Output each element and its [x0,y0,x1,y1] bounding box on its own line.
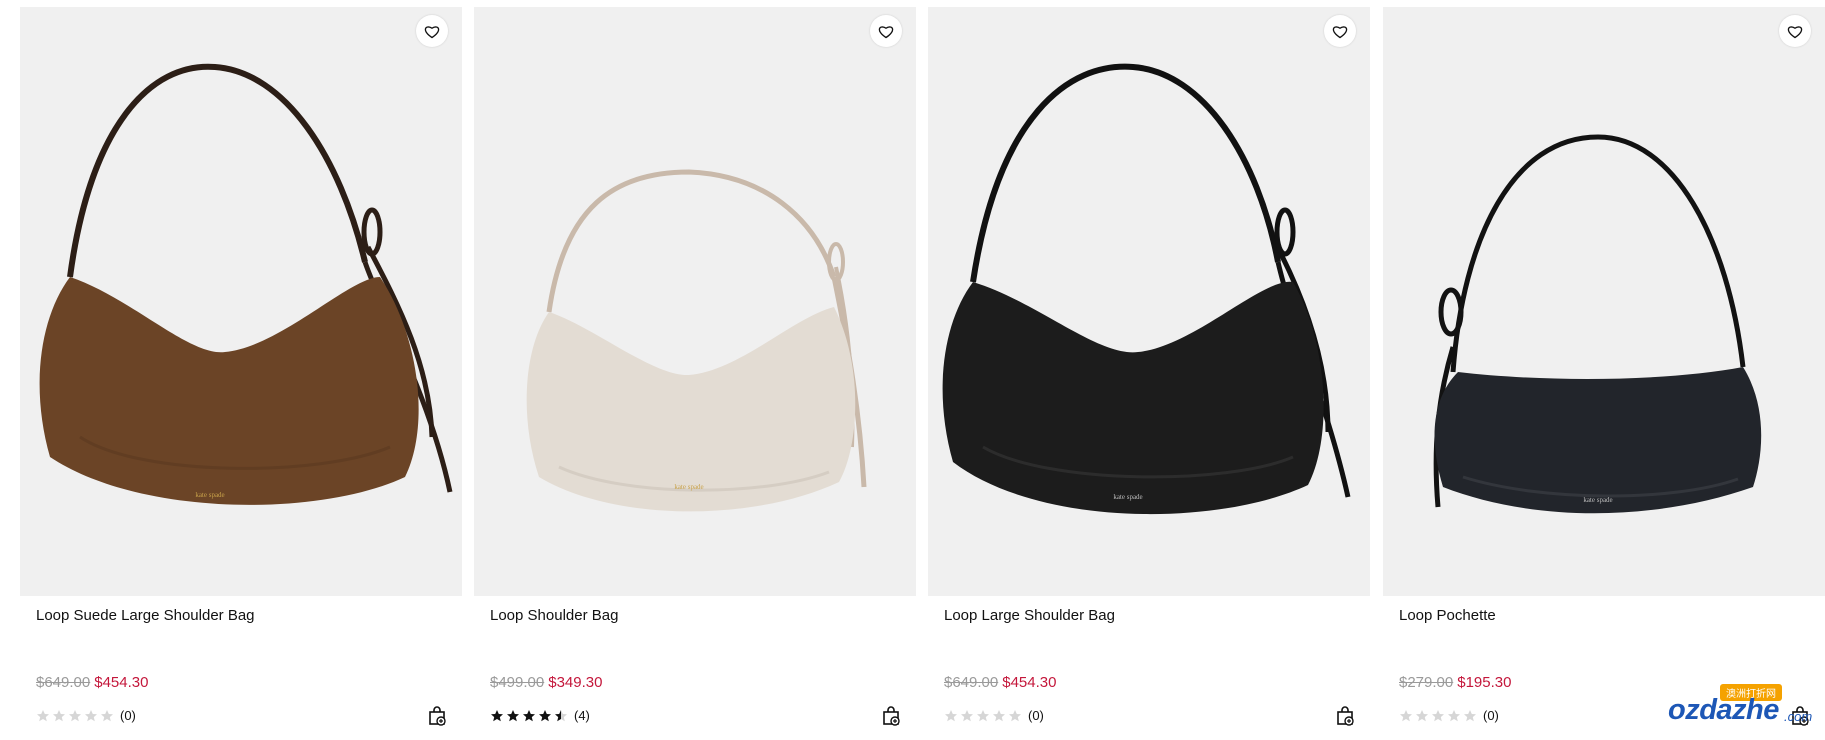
star-icon [1400,709,1412,721]
add-to-bag-button[interactable] [880,705,902,727]
product-image[interactable]: kate spade [928,7,1370,596]
product-photo: kate spade [39,63,453,505]
svg-text:kate spade: kate spade [1583,496,1612,504]
product-price: $279.00 $195.30 [1399,674,1511,691]
product-card[interactable]: kate spade Loop Large Shoulder Bag $649.… [928,7,1370,740]
star-rating [944,709,1022,723]
product-rating[interactable]: (0) [944,708,1044,723]
star-icon [539,709,551,721]
product-photo: kate spade [1433,134,1762,514]
star-icon [507,709,519,721]
star-icon [555,709,567,721]
watermark-text: ozdazhe [1668,694,1779,726]
star-icon [53,709,65,721]
add-to-bag-button[interactable] [426,705,448,727]
bag-body [526,307,856,512]
star-icon [1432,709,1444,721]
review-count: (4) [574,708,590,723]
product-image[interactable]: kate spade [20,7,462,596]
product-card[interactable]: kate spade Loop Shoulder Bag $499.00 $349… [474,7,916,740]
product-price: $649.00 $454.30 [944,674,1056,691]
star-icon [961,709,973,721]
shopping-bag-plus-icon [1337,706,1354,726]
wishlist-button[interactable] [1324,15,1356,47]
product-rating[interactable]: (0) [1399,708,1499,723]
product-price: $499.00 $349.30 [490,674,602,691]
wishlist-button[interactable] [416,15,448,47]
strap [67,63,368,278]
star-icon [1416,709,1428,721]
product-image[interactable]: kate spade [1383,7,1825,596]
star-rating [1399,709,1477,723]
product-price: $649.00 $454.30 [36,674,148,691]
star-icon [1009,709,1021,721]
product-grid: kate spade Loop Suede Large Shoulder Bag… [20,7,1825,740]
sale-price: $349.30 [548,674,603,691]
sale-price: $195.30 [1457,674,1512,691]
product-rating[interactable]: (4) [490,708,590,723]
review-count: (0) [120,708,136,723]
star-rating [490,709,568,723]
review-count: (0) [1483,708,1499,723]
star-icon [1448,709,1460,721]
sale-price: $454.30 [94,674,149,691]
original-price: $279.00 [1399,674,1454,691]
original-price: $499.00 [490,674,545,691]
product-title[interactable]: Loop Pochette [1399,607,1496,624]
product-card[interactable]: kate spade Loop Suede Large Shoulder Bag… [20,7,462,740]
product-photo: kate spade [526,169,867,512]
svg-text:kate spade: kate spade [1113,493,1142,501]
sale-price: $454.30 [1002,674,1057,691]
star-icon [977,709,989,721]
shopping-bag-plus-icon [429,706,446,726]
strap [970,63,1281,283]
bag-body [39,277,419,505]
product-photo: kate spade [942,63,1351,515]
star-icon [85,709,97,721]
strap [546,169,837,313]
product-title[interactable]: Loop Shoulder Bag [490,607,618,624]
star-icon [1464,709,1476,721]
heart-icon [1787,25,1803,38]
original-price: $649.00 [944,674,999,691]
original-price: $649.00 [36,674,91,691]
heart-icon [878,25,894,38]
product-title[interactable]: Loop Suede Large Shoulder Bag [36,607,255,624]
wishlist-button[interactable] [870,15,902,47]
star-rating [36,709,114,723]
svg-text:kate spade: kate spade [195,491,224,499]
star-icon [37,709,49,721]
review-count: (0) [1028,708,1044,723]
product-rating[interactable]: (0) [36,708,136,723]
product-image[interactable]: kate spade [474,7,916,596]
heart-icon [1332,25,1348,38]
watermark-logo: 澳洲打折网 ozdazhe .com [1638,682,1825,740]
shopping-bag-plus-icon [883,706,900,726]
star-icon [523,709,535,721]
star-icon [945,709,957,721]
star-icon [101,709,113,721]
strap [1450,134,1746,373]
star-icon [993,709,1005,721]
watermark-suffix: .com [1784,709,1813,724]
add-to-bag-button[interactable] [1334,705,1356,727]
svg-text:kate spade: kate spade [674,483,703,491]
bag-body [942,281,1324,515]
heart-icon [424,25,440,38]
wishlist-button[interactable] [1779,15,1811,47]
product-title[interactable]: Loop Large Shoulder Bag [944,607,1115,624]
star-icon [491,709,503,721]
star-icon [69,709,81,721]
bag-body [1434,367,1762,514]
product-card[interactable]: kate spade Loop Pochette $279.00 $195.30 … [1383,7,1825,740]
